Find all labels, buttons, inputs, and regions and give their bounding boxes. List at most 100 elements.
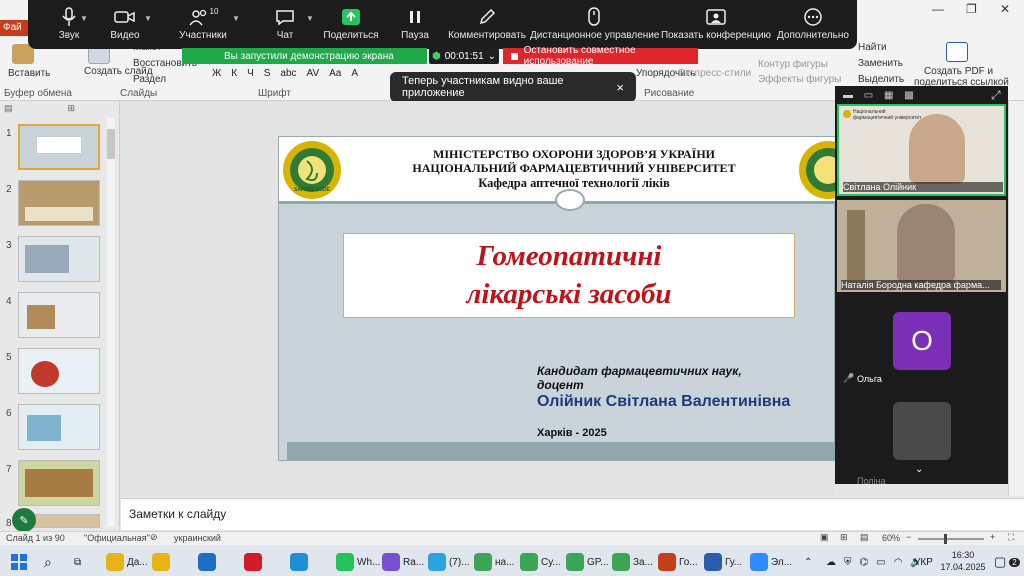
taskbar-app[interactable]: За... <box>612 551 653 573</box>
title-box[interactable]: Гомеопатичні лікарські засоби <box>343 233 795 318</box>
find-button[interactable]: Найти <box>858 42 887 53</box>
tray-chevron[interactable]: ⌃ <box>804 551 812 573</box>
annotate-icon <box>479 8 496 25</box>
thumb-scrollbar[interactable] <box>107 117 115 527</box>
search-button[interactable]: ⌕ <box>44 551 52 573</box>
paste-button[interactable]: Вставить <box>8 68 50 79</box>
slide-canvas[interactable]: SAPERE AUDE МІНІСТЕРСТВО ОХОРОНИ ЗДОРОВ’… <box>278 136 836 461</box>
system-tray-icons[interactable]: ☁ ⛨ ⌬ ▭ ◠ 🔈 <box>826 551 923 573</box>
taskbar-app[interactable]: Эл... <box>750 551 792 573</box>
taskbar-app-label: (7)... <box>449 556 470 568</box>
slide-thumb-7[interactable] <box>18 460 100 506</box>
select-button[interactable]: Выделить <box>858 74 904 85</box>
clock-date: 17.04.2025 <box>940 562 986 572</box>
participants-count: 10 <box>209 6 219 16</box>
video-button[interactable]: Видео <box>84 4 166 41</box>
zoom-slider-thumb[interactable] <box>944 534 947 544</box>
author-degree-line1: Кандидат фармацевтичних наук, <box>537 364 742 378</box>
font-format-button[interactable]: abc <box>280 68 296 79</box>
video-tile-svetlana[interactable]: Національний фармацевтичний університет … <box>837 104 1006 196</box>
expand-icon[interactable]: ⤢ <box>991 88 1001 103</box>
taskbar-app[interactable]: (7)... <box>428 551 470 573</box>
thumbpane-toolbar: ▤ ⊞ <box>4 103 76 113</box>
share-timer[interactable]: ⬢ 00:01:51 ⌄ <box>429 48 499 64</box>
slide-thumb-6[interactable] <box>18 404 100 450</box>
status-bar: Слайд 1 из 90 "Официальная" ⊘ украинский… <box>0 531 1024 545</box>
toast-close-icon[interactable]: × <box>616 80 624 95</box>
video-tile-polina[interactable]: ⌄ Поліна <box>837 392 1006 486</box>
notifications-button[interactable]: ▢ 2 <box>994 551 1020 573</box>
taskbar-app[interactable]: Да... <box>106 551 148 573</box>
font-format-button[interactable]: A <box>351 68 358 79</box>
taskbar-app[interactable] <box>244 551 265 573</box>
file-tab[interactable]: Фай <box>0 20 28 36</box>
express-styles-button[interactable]: Экспресс-стили <box>678 68 751 79</box>
start-button[interactable] <box>10 551 28 573</box>
fit-slide-icon[interactable]: ⛶ <box>1008 532 1014 543</box>
taskbar-app[interactable]: Го... <box>658 551 698 573</box>
taskbar-app[interactable]: Су... <box>520 551 561 573</box>
taskbar-app[interactable] <box>198 551 219 573</box>
participants-caret-icon[interactable]: ▼ <box>232 14 240 23</box>
spellcheck-icon[interactable]: ⊘ <box>150 532 158 543</box>
font-format-button[interactable]: К <box>231 68 237 79</box>
shape-outline-button[interactable]: Контур фигуры <box>758 59 828 70</box>
minimize-icon[interactable]: — <box>932 2 944 16</box>
video-tile-natalia[interactable]: Наталія Бородна кафедра фарма... <box>837 200 1006 292</box>
zoom-out-icon[interactable]: − <box>906 532 911 542</box>
restore-window-icon[interactable]: ❐ <box>966 2 977 16</box>
stop-share-button[interactable]: Остановить совместное использование <box>503 45 698 67</box>
taskbar-app[interactable]: на... <box>474 551 514 573</box>
video-tile-olga[interactable]: О 🎤 Ольга <box>837 296 1006 388</box>
view-options-icons[interactable]: ▬ ▭ ▦ ▩ <box>843 90 918 101</box>
pause-button[interactable]: Пауза <box>374 4 456 41</box>
close-window-icon[interactable]: ✕ <box>1000 2 1010 16</box>
slide-thumb-1[interactable] <box>18 124 100 170</box>
video-caret-icon[interactable]: ▼ <box>144 14 152 23</box>
zoom-in-icon[interactable]: + <box>990 532 995 542</box>
taskbar-app[interactable] <box>290 551 311 573</box>
stop-icon <box>511 52 518 60</box>
slide-thumb-4[interactable] <box>18 292 100 338</box>
zoom-slider[interactable] <box>918 538 984 540</box>
font-format-button[interactable]: Ж <box>212 68 221 79</box>
pen-tool-icon[interactable]: ✎ <box>12 508 36 532</box>
taskbar-app[interactable]: Ra... <box>382 551 424 573</box>
chevron-up-icon: ⌃ <box>804 556 813 568</box>
taskbar-app[interactable]: GP... <box>566 551 609 573</box>
font-format-button[interactable]: Ч <box>247 68 254 79</box>
university-mini-logo <box>843 110 851 118</box>
zoom-level[interactable]: 60% <box>882 533 900 543</box>
replace-button[interactable]: Заменить <box>858 58 903 69</box>
remote-control-button[interactable]: Дистанционное управление <box>530 4 659 41</box>
taskbar-app[interactable] <box>152 551 173 573</box>
font-format-button[interactable]: Aa <box>329 68 341 79</box>
slides-group-label: Слайды <box>120 88 158 99</box>
font-format-button[interactable]: AV <box>307 68 320 79</box>
slide-thumb-3[interactable] <box>18 236 100 282</box>
shape-effects-button[interactable]: Эффекты фигуры <box>758 74 841 85</box>
create-pdf-label1[interactable]: Создать PDF и <box>924 66 993 77</box>
taskbar-app[interactable]: Wh... <box>336 551 380 573</box>
more-button[interactable]: Дополнительно <box>772 4 854 41</box>
language-switch[interactable]: УКР <box>914 551 933 573</box>
section-button[interactable]: Раздел <box>133 74 166 85</box>
font-format-button[interactable]: S <box>264 68 271 79</box>
vertical-scrollbar[interactable] <box>1008 101 1024 496</box>
language-indicator[interactable]: украинский <box>174 533 221 543</box>
slide-thumb-2[interactable] <box>18 180 100 226</box>
sorter-view-icon[interactable]: ⊞ <box>840 532 848 543</box>
reading-view-icon[interactable]: ▤ <box>860 532 869 543</box>
annotate-button[interactable]: Комментировать <box>446 4 528 41</box>
task-view-button[interactable]: ⧉ <box>74 551 81 573</box>
normal-view-icon[interactable]: ▣ <box>820 532 829 543</box>
show-meeting-button[interactable]: Показать конференцию <box>656 4 776 41</box>
chevron-down-icon[interactable]: ⌄ <box>915 464 923 475</box>
slide-thumb-5[interactable] <box>18 348 100 394</box>
clock[interactable]: 16:30 17.04.2025 <box>940 549 986 573</box>
taskbar-app-label: Эл... <box>771 556 793 568</box>
notes-pane[interactable]: Заметки к слайду <box>121 498 1024 530</box>
shield-icon: ⛨ <box>844 556 852 568</box>
taskbar-app[interactable]: Гу... <box>704 551 742 573</box>
share-screen-icon <box>342 9 360 25</box>
